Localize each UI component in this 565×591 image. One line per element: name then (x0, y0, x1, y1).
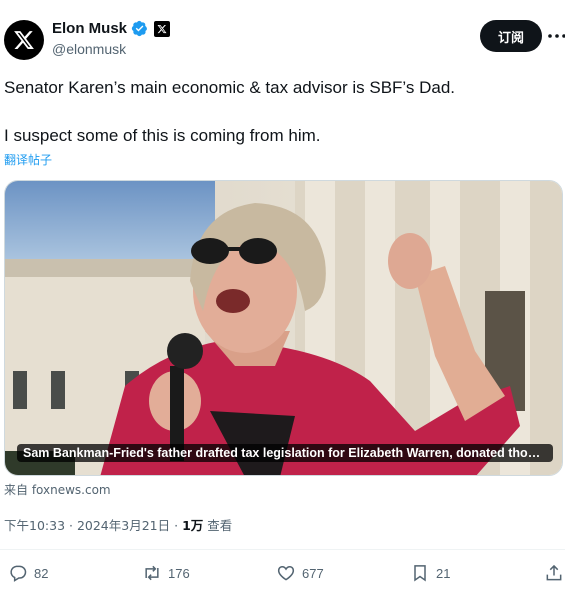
like-icon (277, 565, 295, 581)
bookmark-button[interactable]: 21 (410, 563, 450, 583)
repost-icon (145, 565, 159, 581)
more-icon (548, 34, 565, 38)
tweet-text-line-1: Senator Karen’s main economic & tax advi… (4, 78, 456, 97)
more-button[interactable] (548, 24, 565, 48)
author-handle[interactable]: @elonmusk (52, 41, 126, 57)
media-source[interactable]: 来自 foxnews.com (4, 481, 111, 498)
author-name-row: Elon Musk (52, 20, 171, 37)
subscribe-button[interactable]: 订阅 (480, 20, 542, 52)
tweet-meta: 下午10:33 · 2024年3月21日 · 1万 查看 (4, 515, 232, 534)
avatar[interactable] (4, 20, 44, 60)
like-button[interactable]: 677 (276, 563, 324, 583)
verified-badge-icon (131, 20, 148, 37)
views-label: 查看 (207, 518, 233, 533)
views-count: 1万 (182, 518, 204, 533)
reply-count: 82 (34, 565, 49, 581)
repost-count: 176 (168, 565, 190, 581)
share-icon (546, 564, 562, 581)
media-card[interactable]: Sam Bankman-Fried's father drafted tax l… (4, 180, 563, 476)
tweet: Elon Musk @elonmusk 订阅 Senator Karen’s m… (0, 0, 565, 591)
share-button[interactable] (544, 563, 564, 583)
translate-post-link[interactable]: 翻译帖子 (4, 151, 52, 168)
reply-button[interactable]: 82 (8, 563, 48, 583)
bookmark-count: 21 (436, 565, 451, 581)
x-logo-icon (14, 31, 34, 49)
news-photo (5, 181, 562, 475)
x-badge-icon (154, 20, 171, 37)
author-name[interactable]: Elon Musk (52, 20, 127, 37)
media-caption: Sam Bankman-Fried's father drafted tax l… (17, 444, 553, 462)
bookmark-icon (414, 565, 426, 582)
tweet-text-line-2: I suspect some of this is coming from hi… (4, 126, 321, 145)
repost-button[interactable]: 176 (142, 563, 190, 583)
timestamp[interactable]: 下午10:33 · 2024年3月21日 · (4, 515, 178, 534)
divider (0, 549, 565, 550)
reply-icon (10, 565, 27, 582)
like-count: 677 (302, 565, 324, 581)
